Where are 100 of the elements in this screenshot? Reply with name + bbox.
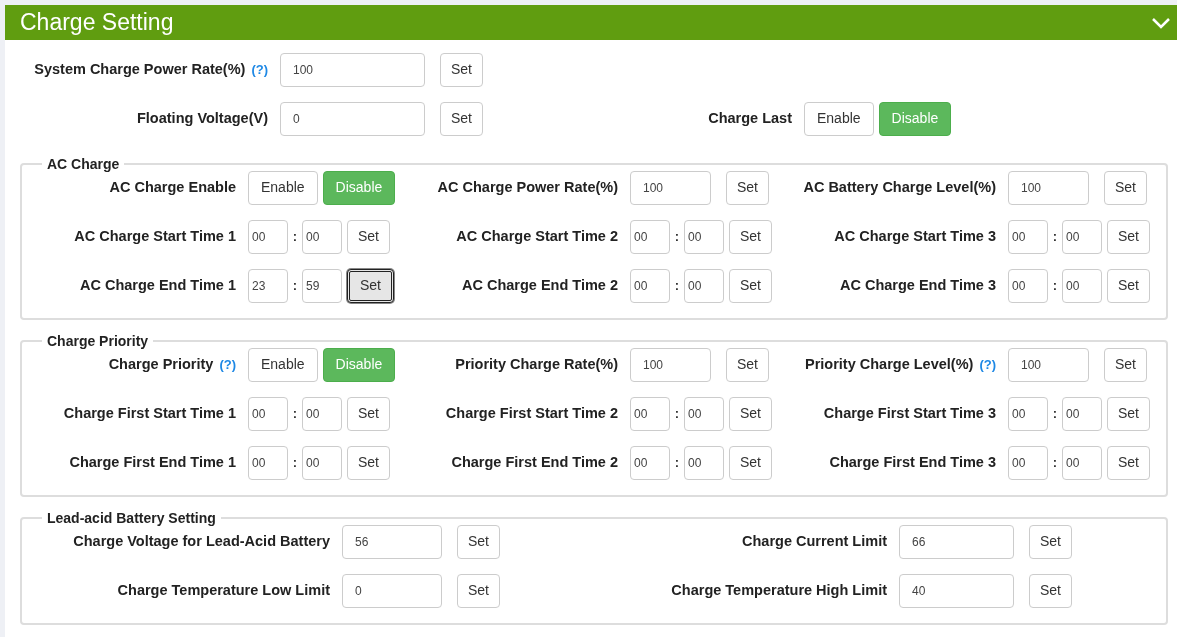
set-button[interactable]: Set: [729, 219, 772, 254]
field-label: Charge First Start Time 3: [823, 403, 996, 423]
field-label: Charge Priority: [108, 354, 214, 374]
time-separator: :: [673, 404, 681, 423]
field-label: AC Charge End Time 1: [79, 275, 236, 295]
group-legend: Lead-acid Battery Setting: [42, 511, 221, 525]
field-label: Charge Last: [708, 108, 792, 128]
minute-field[interactable]: 00: [1062, 396, 1102, 431]
set-button[interactable]: Set: [729, 268, 772, 303]
help-link[interactable]: (?): [219, 354, 236, 375]
minute-field[interactable]: 59: [302, 268, 342, 303]
time-separator: :: [1051, 276, 1059, 295]
set-button[interactable]: Set: [726, 170, 769, 205]
enable-button[interactable]: Enable: [248, 347, 318, 382]
set-button[interactable]: Set: [726, 347, 769, 382]
field-label: Charge Temperature High Limit: [671, 580, 887, 600]
hour-field[interactable]: 00: [630, 396, 670, 431]
hour-field[interactable]: 00: [248, 445, 288, 480]
number-field[interactable]: 100: [630, 347, 711, 382]
minute-field[interactable]: 00: [1062, 445, 1102, 480]
time-separator: :: [291, 227, 299, 246]
time-separator: :: [1051, 404, 1059, 423]
set-button[interactable]: Set: [440, 52, 483, 87]
set-button[interactable]: Set: [1104, 347, 1147, 382]
field-label: Charge First Start Time 1: [63, 403, 236, 423]
field-label: AC Battery Charge Level(%): [803, 177, 996, 197]
minute-field[interactable]: 00: [684, 396, 724, 431]
field-label: System Charge Power Rate(%): [34, 59, 246, 79]
help-link[interactable]: (?): [251, 59, 268, 80]
set-button[interactable]: Set: [347, 396, 390, 431]
time-separator: :: [673, 453, 681, 472]
number-field[interactable]: 100: [280, 52, 425, 87]
number-field[interactable]: 100: [1008, 170, 1089, 205]
time-separator: :: [1051, 227, 1059, 246]
hour-field[interactable]: 00: [248, 396, 288, 431]
number-field[interactable]: 0: [342, 573, 442, 608]
set-button[interactable]: Set: [440, 101, 483, 136]
field-label: AC Charge Start Time 3: [834, 226, 996, 246]
time-separator: :: [291, 276, 299, 295]
set-button[interactable]: Set: [347, 219, 390, 254]
set-button[interactable]: Set: [1107, 219, 1150, 254]
minute-field[interactable]: 00: [302, 396, 342, 431]
minute-field[interactable]: 00: [684, 268, 724, 303]
minute-field[interactable]: 00: [684, 219, 724, 254]
number-field[interactable]: 40: [899, 573, 1014, 608]
set-button[interactable]: Set: [729, 396, 772, 431]
field-label: Charge First End Time 3: [829, 452, 996, 472]
hour-field[interactable]: 23: [248, 268, 288, 303]
field-label: AC Charge Start Time 2: [456, 226, 618, 246]
time-separator: :: [1051, 453, 1059, 472]
number-field[interactable]: 100: [1008, 347, 1089, 382]
number-field[interactable]: 100: [630, 170, 711, 205]
minute-field[interactable]: 00: [302, 445, 342, 480]
help-link[interactable]: (?): [979, 354, 996, 375]
minute-field[interactable]: 00: [302, 219, 342, 254]
set-button[interactable]: Set: [1029, 524, 1072, 559]
time-separator: :: [673, 276, 681, 295]
set-button[interactable]: Set: [347, 268, 394, 303]
set-button[interactable]: Set: [1029, 573, 1072, 608]
set-button[interactable]: Set: [1107, 445, 1150, 480]
field-label: AC Charge Start Time 1: [74, 226, 236, 246]
chevron-down-icon[interactable]: [1151, 16, 1171, 29]
number-field[interactable]: 0: [280, 101, 425, 136]
enable-button[interactable]: Enable: [248, 170, 318, 205]
hour-field[interactable]: 00: [1008, 445, 1048, 480]
number-field[interactable]: 66: [899, 524, 1014, 559]
field-label: AC Charge Power Rate(%): [437, 177, 618, 197]
set-button[interactable]: Set: [347, 445, 390, 480]
number-field[interactable]: 56: [342, 524, 442, 559]
field-label: Charge First End Time 1: [69, 452, 236, 472]
hour-field[interactable]: 00: [630, 268, 670, 303]
hour-field[interactable]: 00: [1008, 396, 1048, 431]
set-button[interactable]: Set: [729, 445, 772, 480]
group-legend: Charge Priority: [42, 334, 154, 348]
field-label: AC Charge Enable: [109, 177, 236, 197]
field-label: AC Charge End Time 3: [839, 275, 996, 295]
set-button[interactable]: Set: [457, 573, 500, 608]
minute-field[interactable]: 00: [684, 445, 724, 480]
hour-field[interactable]: 00: [1008, 219, 1048, 254]
section-title: Charge Setting: [20, 11, 174, 34]
set-button[interactable]: Set: [1104, 170, 1147, 205]
hour-field[interactable]: 00: [1008, 268, 1048, 303]
hour-field[interactable]: 00: [630, 445, 670, 480]
field-label: Priority Charge Level(%): [804, 354, 974, 374]
field-label: Charge First Start Time 2: [445, 403, 618, 423]
hour-field[interactable]: 00: [248, 219, 288, 254]
field-label: Charge Temperature Low Limit: [117, 580, 330, 600]
minute-field[interactable]: 00: [1062, 219, 1102, 254]
field-label: Charge Current Limit: [742, 531, 887, 551]
time-separator: :: [291, 453, 299, 472]
field-label: Charge First End Time 2: [451, 452, 618, 472]
set-button[interactable]: Set: [457, 524, 500, 559]
hour-field[interactable]: 00: [630, 219, 670, 254]
time-separator: :: [673, 227, 681, 246]
time-separator: :: [291, 404, 299, 423]
set-button[interactable]: Set: [1107, 268, 1150, 303]
set-button[interactable]: Set: [1107, 396, 1150, 431]
minute-field[interactable]: 00: [1062, 268, 1102, 303]
enable-button[interactable]: Enable: [804, 101, 874, 136]
field-label: Charge Voltage for Lead-Acid Battery: [73, 531, 330, 551]
